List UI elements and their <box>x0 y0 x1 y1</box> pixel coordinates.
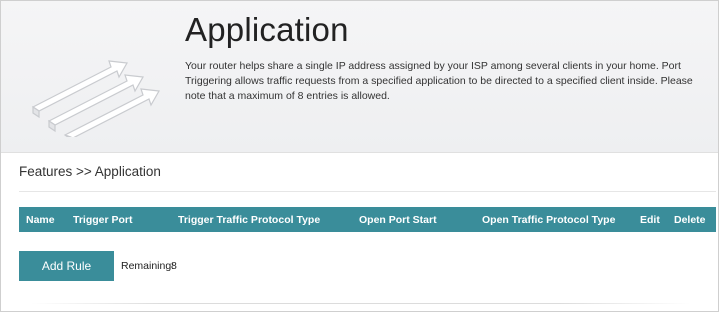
column-header-trigger-protocol: Trigger Traffic Protocol Type <box>178 214 321 226</box>
port-arrows-illustration <box>31 60 160 137</box>
remaining-count: 8 <box>171 260 177 272</box>
breadcrumb: Features >> Application <box>19 164 161 179</box>
remaining-label: Remaining: <box>121 260 175 272</box>
rules-table-header: Name Trigger Port Trigger Traffic Protoc… <box>19 207 716 232</box>
page-header: Application Your router helps share a si… <box>1 1 718 153</box>
column-header-edit: Edit <box>640 214 660 226</box>
application-page: Application Your router helps share a si… <box>0 0 719 312</box>
page-title: Application <box>185 11 349 48</box>
divider <box>19 191 716 192</box>
column-header-open-protocol: Open Traffic Protocol Type <box>482 214 616 226</box>
column-header-trigger-port: Trigger Port <box>73 214 133 226</box>
column-header-open-port-start: Open Port Start <box>359 214 437 226</box>
add-rule-button[interactable]: Add Rule <box>19 251 114 281</box>
column-header-delete: Delete <box>674 214 706 226</box>
footer-divider <box>31 303 691 304</box>
column-header-name: Name <box>26 214 55 226</box>
page-description: Your router helps share a single IP addr… <box>185 60 693 102</box>
